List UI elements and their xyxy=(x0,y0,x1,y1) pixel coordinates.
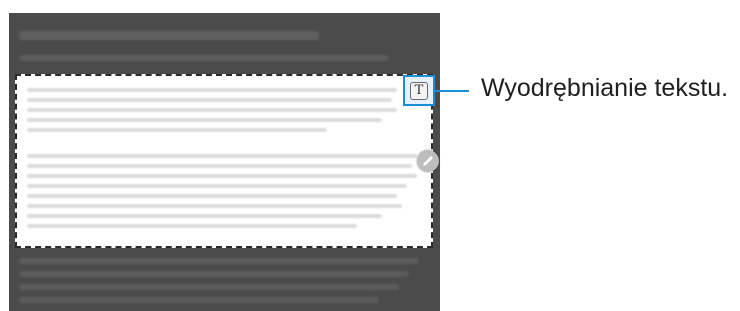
blurred-text-line xyxy=(27,164,412,168)
blurred-text-line xyxy=(19,271,409,277)
callout-line xyxy=(435,90,469,92)
blurred-text-line xyxy=(19,284,399,290)
text-extraction-icon: T xyxy=(410,82,428,100)
selected-text-region[interactable] xyxy=(15,74,433,248)
blurred-text-line xyxy=(27,128,327,132)
callout-label: Wyodrębnianie tekstu. xyxy=(481,74,729,102)
blurred-text-line xyxy=(19,55,389,61)
blurred-text-line xyxy=(27,88,397,92)
blurred-text-line xyxy=(19,258,419,264)
blurred-text-line xyxy=(27,108,397,112)
blurred-text-line xyxy=(27,204,402,208)
blurred-text-line xyxy=(27,214,382,218)
blurred-text-line xyxy=(27,174,417,178)
blurred-text-line xyxy=(27,154,417,158)
blurred-text-line xyxy=(27,224,357,228)
text-extraction-button[interactable]: T xyxy=(403,75,435,106)
pen-icon[interactable] xyxy=(417,150,439,172)
blurred-text-line xyxy=(27,98,392,102)
blurred-text-line xyxy=(27,194,397,198)
blurred-text-line xyxy=(19,297,379,303)
blurred-text-line xyxy=(27,118,382,122)
blurred-text-line xyxy=(27,184,407,188)
blurred-title xyxy=(19,31,319,40)
